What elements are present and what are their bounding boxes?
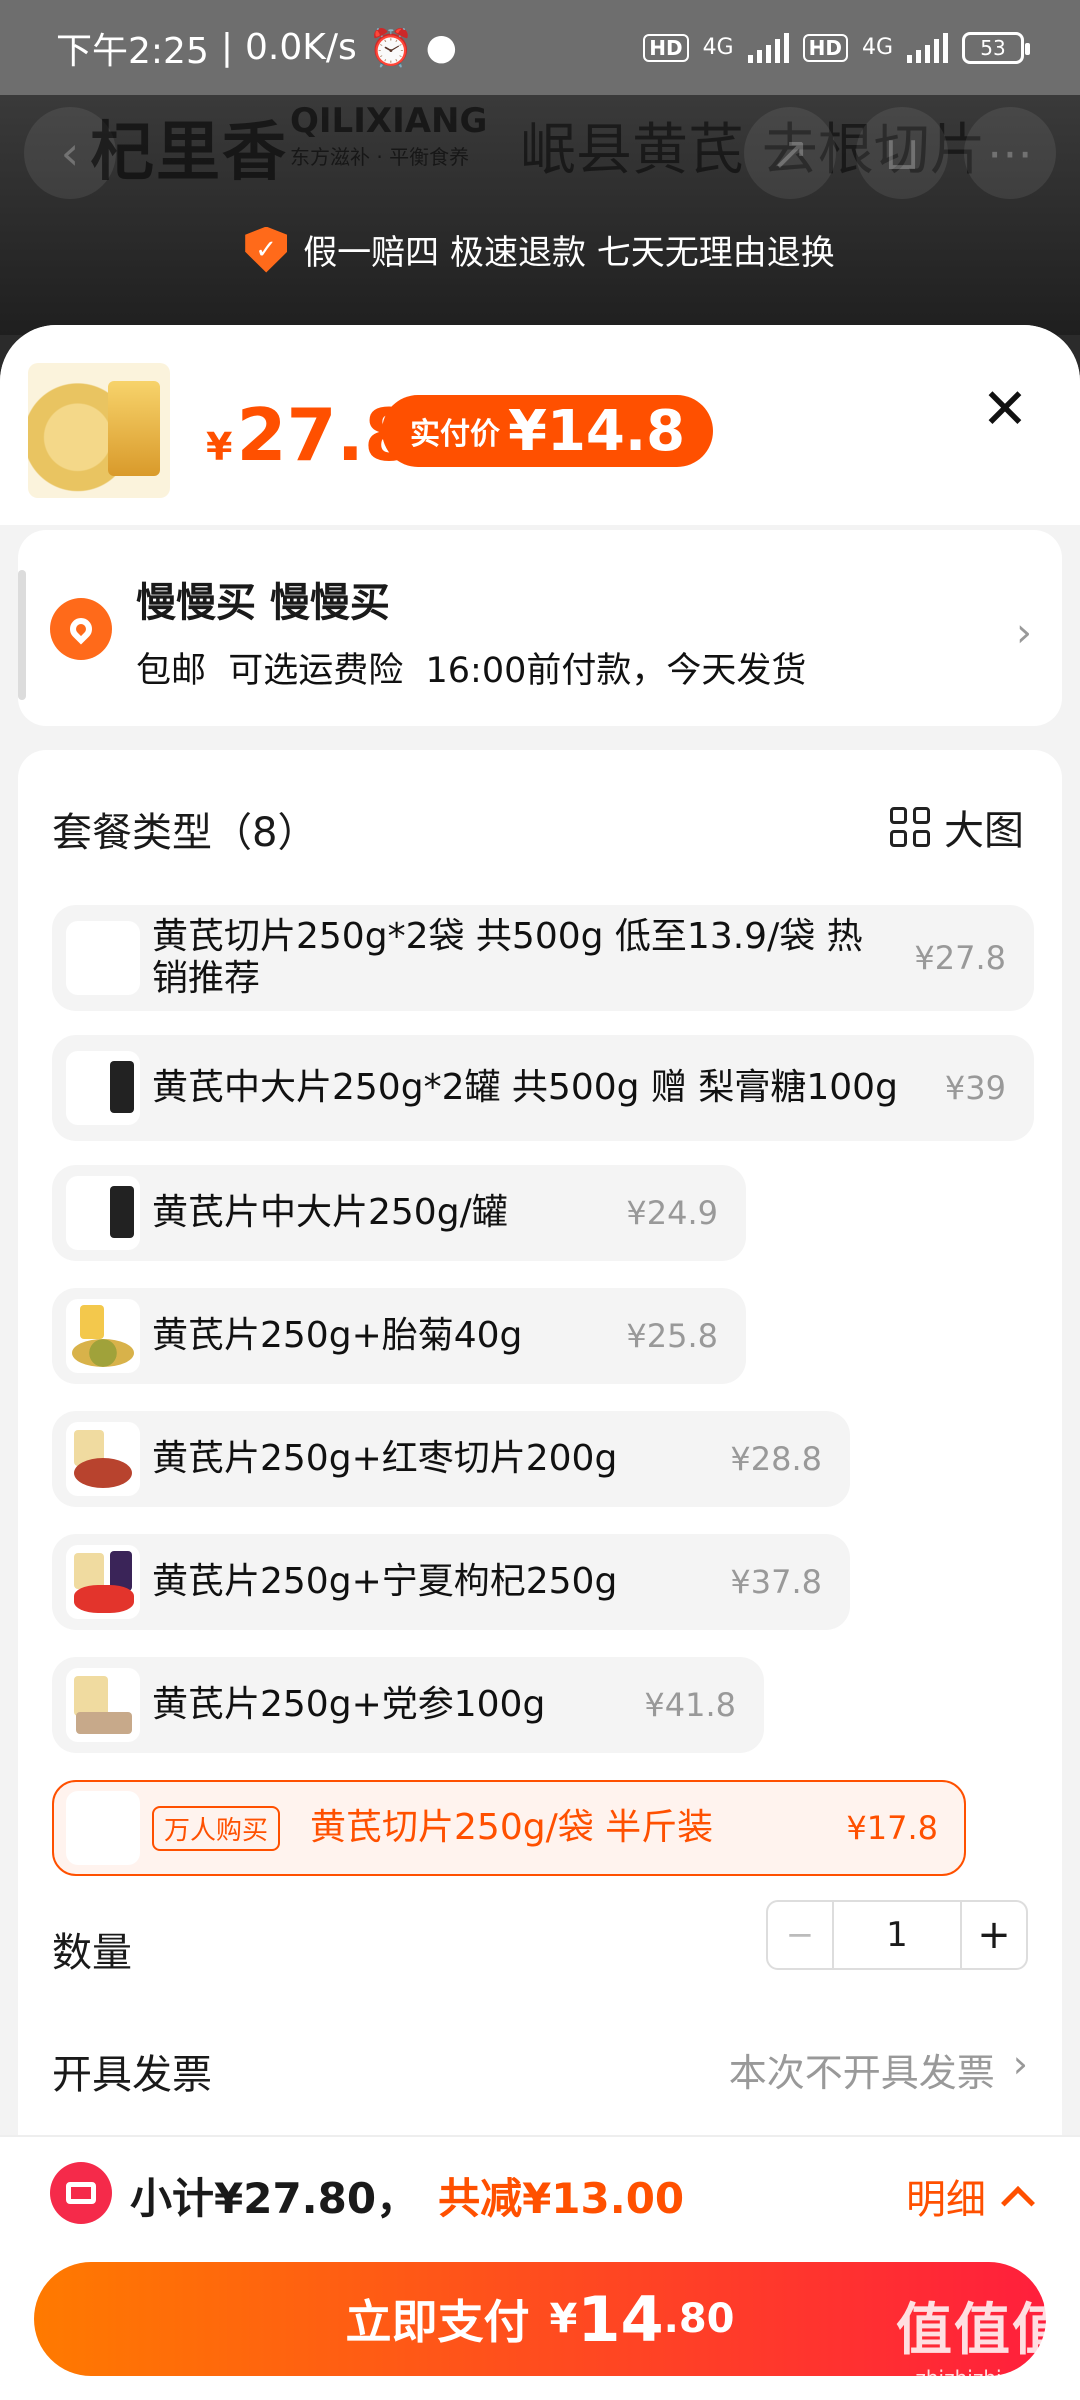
discount-total: 共减¥13.00 (438, 2174, 685, 2223)
detail-toggle[interactable]: 明细 (906, 2167, 1035, 2225)
checkout-bar: 小计¥27.80， 共减¥13.00 明细 立即支付 ¥ 14 .80 值值值 … (0, 2135, 1080, 2400)
option-thumbnail (66, 1299, 140, 1373)
network-speed: 0.0K/s (244, 27, 357, 68)
close-icon: ✕ (981, 377, 1029, 442)
close-button[interactable]: ✕ (980, 382, 1030, 438)
pay-now-button[interactable]: 立即支付 ¥ 14 .80 (34, 2262, 1046, 2376)
option-thumbnail (66, 1051, 140, 1125)
back-arrow-icon: ‹ (60, 126, 80, 180)
address-name: 慢慢买 慢慢买 (136, 580, 390, 626)
quantity-stepper: − 1 + (766, 1900, 1028, 1970)
coupon-icon (50, 2162, 112, 2224)
chevron-right-icon: › (1016, 610, 1032, 656)
option-thumbnail (66, 1791, 140, 1865)
wechat-icon: ● (425, 27, 457, 68)
option-thumbnail (66, 1422, 140, 1496)
option-item-selected[interactable]: 万人购买 黄芪切片250g/袋 半斤装 ¥17.8 (52, 1780, 966, 1876)
location-icon (50, 598, 112, 660)
invoice-label: 开具发票 (52, 2052, 212, 2098)
share-icon: ↗ (770, 126, 810, 180)
signal-icon-2 (907, 32, 948, 63)
share-button[interactable]: ↗ (744, 107, 836, 199)
product-header: ‹ 杞里香 QILIXIANG 东方滋补 · 平衡食养 岷县黄芪 去根切片 ↗ … (0, 95, 1080, 335)
alarm-icon: ⏰ (368, 27, 414, 69)
status-bar: 下午2:25 | 0.0K/s ⏰ ● HD 4G HD 4G 53 (0, 0, 1080, 95)
hd-icon-2: HD (802, 33, 848, 62)
cart-button[interactable]: ⊔ (856, 107, 948, 199)
sku-sheet: ¥27.8 实付价 ¥14.8 ✕ 慢慢买 慢慢买 包邮 可选运费险 16:00… (0, 325, 1080, 2400)
decrease-button[interactable]: − (768, 1902, 834, 1968)
option-item[interactable]: 黄芪片中大片250g/罐 ¥24.9 (52, 1165, 746, 1261)
network-type: 4G (702, 35, 734, 60)
option-item[interactable]: 黄芪中大片250g*2罐 共500g 赠 梨膏糖100g ¥39 (52, 1035, 1034, 1141)
invoice-selector[interactable]: 本次不开具发票 › (729, 2042, 1028, 2097)
option-item[interactable]: 黄芪片250g+红枣切片200g ¥28.8 (52, 1411, 850, 1507)
subtotal: 小计¥27.80， 共减¥13.00 (130, 2165, 684, 2226)
brand-logo: 杞里香 (90, 115, 288, 190)
brand-slogan: 东方滋补 · 平衡食养 (290, 145, 470, 169)
actual-price-badge: 实付价 ¥14.8 (382, 395, 714, 467)
option-item[interactable]: 黄芪切片250g*2袋 共500g 低至13.9/袋 热销推荐 ¥27.8 (52, 905, 1034, 1011)
clock: 下午2:25 (56, 30, 209, 72)
chevron-right-icon: › (1012, 2042, 1028, 2086)
option-thumbnail (66, 1545, 140, 1619)
popular-badge: 万人购买 (152, 1805, 281, 1851)
watermark: 值值值 zhizhizhi.com (896, 2298, 1070, 2390)
option-item[interactable]: 黄芪片250g+胎菊40g ¥25.8 (52, 1288, 746, 1384)
sheet-header: ¥27.8 实付价 ¥14.8 ✕ (0, 325, 1080, 525)
quantity-value[interactable]: 1 (834, 1902, 960, 1968)
guarantee-banner: ✓ 假一赔四 极速退款 七天无理由退换 (0, 225, 1080, 274)
cart-icon: ⊔ (884, 126, 920, 180)
more-icon: ⋯ (987, 126, 1033, 180)
option-thumbnail (66, 1176, 140, 1250)
signal-icon (747, 32, 789, 63)
big-view-toggle[interactable]: 大图 (890, 798, 1024, 856)
option-item[interactable]: 黄芪片250g+党参100g ¥41.8 (52, 1657, 764, 1753)
product-thumbnail[interactable] (28, 363, 170, 498)
grid-icon (890, 807, 930, 847)
option-item[interactable]: 黄芪片250g+宁夏枸杞250g ¥37.8 (52, 1534, 850, 1630)
option-thumbnail (66, 1668, 140, 1742)
chevron-up-icon (1001, 2186, 1035, 2220)
options-title: 套餐类型（8） (52, 810, 318, 856)
network-type-2: 4G (861, 35, 893, 60)
more-button[interactable]: ⋯ (964, 107, 1056, 199)
hd-icon: HD (643, 33, 689, 62)
battery-icon: 53 (962, 31, 1030, 64)
brand-latin: QILIXIANG (290, 101, 488, 141)
shield-icon: ✓ (245, 226, 288, 273)
increase-button[interactable]: + (960, 1902, 1026, 1968)
shipping-info: 包邮 可选运费险 16:00前付款，今天发货 (136, 651, 807, 691)
option-thumbnail (66, 921, 140, 995)
quantity-label: 数量 (52, 1930, 132, 1976)
guarantee-text: 假一赔四 极速退款 七天无理由退换 (303, 233, 835, 273)
address-card[interactable]: 慢慢买 慢慢买 包邮 可选运费险 16:00前付款，今天发货 › (18, 530, 1062, 726)
